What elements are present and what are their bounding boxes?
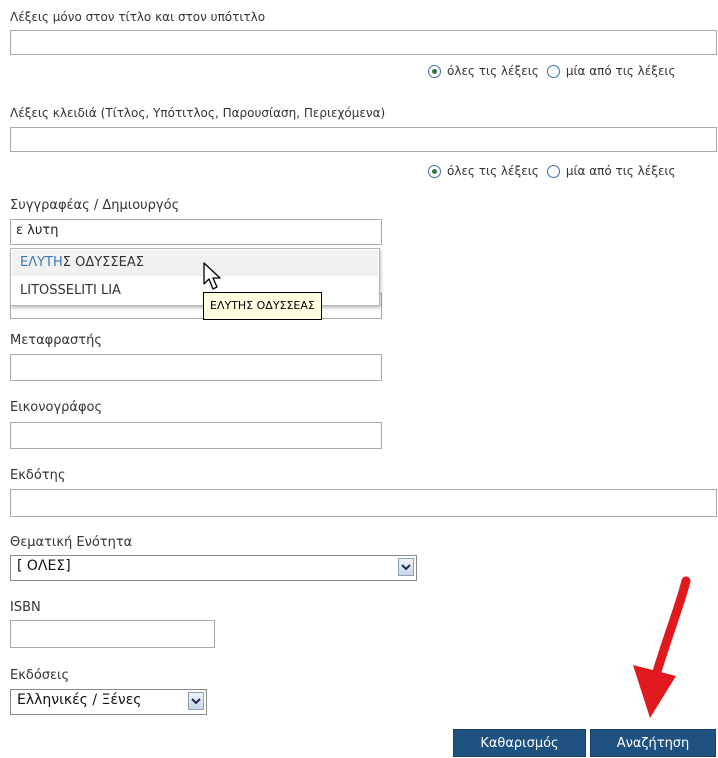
illustrator-label: Εικονογράφος [10,400,103,415]
chevron-down-icon[interactable] [398,558,414,576]
title-words-radio-group: όλες τις λέξεις μία από τις λέξεις [428,64,684,78]
radio-any-word-keywords-label[interactable]: μία από τις λέξεις [566,164,676,178]
radio-any-word-title[interactable] [546,64,560,78]
suggestion-rest-text: Σ ΟΔΥΣΣΕΑΣ [62,255,144,270]
clear-button[interactable]: Καθαρισμός [453,729,586,757]
editions-label: Εκδόσεις [10,668,70,683]
author-label: Συγγραφέας / Δημιουργός [10,198,180,213]
suggestion-item-litosseliti[interactable]: LITOSSELITI LIA [12,278,378,304]
radio-all-words-keywords-label[interactable]: όλες τις λέξεις [447,164,539,178]
subject-label: Θεματική Ενότητα [10,535,133,550]
author-suggestions-dropdown: ΕΛΥΤΗΣ ΟΔΥΣΣΕΑΣ LITOSSELITI LIA [10,248,380,306]
illustrator-input[interactable] [10,422,382,449]
search-button[interactable]: Αναζήτηση [590,729,716,757]
radio-any-word-keywords[interactable] [546,164,560,178]
translator-label: Μεταφραστής [10,333,102,348]
title-words-label: Λέξεις μόνο στον τίτλο και στον υπότιτλο [10,10,266,24]
radio-all-words-keywords[interactable] [428,164,441,178]
keywords-input[interactable] [10,127,717,152]
keywords-radio-group: όλες τις λέξεις μία από τις λέξεις [428,164,684,178]
isbn-input[interactable] [10,620,215,648]
suggestion-text: LITOSSELITI LIA [20,283,121,298]
editions-select[interactable]: Ελληνικές / Ξένες [10,689,207,715]
radio-any-word-title-label[interactable]: μία από τις λέξεις [566,64,676,78]
radio-all-words-title-label[interactable]: όλες τις λέξεις [447,64,539,78]
title-words-input[interactable] [10,30,717,55]
publisher-label: Εκδότης [10,468,66,483]
publisher-input[interactable] [10,489,717,517]
translator-input[interactable] [10,354,382,381]
subject-select[interactable]: [ ΟΛΕΣ] [10,555,417,581]
chevron-down-icon[interactable] [188,692,204,710]
suggestion-match-highlight: ΕΛΥΤΗ [20,255,63,270]
radio-all-words-title[interactable] [428,64,441,78]
author-tooltip: ΕΛΥΤΗΣ ΟΔΥΣΣΕΑΣ [203,292,322,320]
red-arrow-icon [633,576,691,718]
editions-select-value: Ελληνικές / Ξένες [17,692,142,708]
author-input[interactable]: ε λυτη [10,219,382,245]
subject-select-value: [ ΟΛΕΣ] [17,558,71,574]
keywords-label: Λέξεις κλειδιά (Τίτλος, Υπότιτλος, Παρου… [10,106,386,120]
isbn-label: ISBN [10,600,41,615]
suggestion-item-elytis[interactable]: ΕΛΥΤΗΣ ΟΔΥΣΣΕΑΣ [12,250,378,276]
mouse-pointer-icon [203,262,221,290]
